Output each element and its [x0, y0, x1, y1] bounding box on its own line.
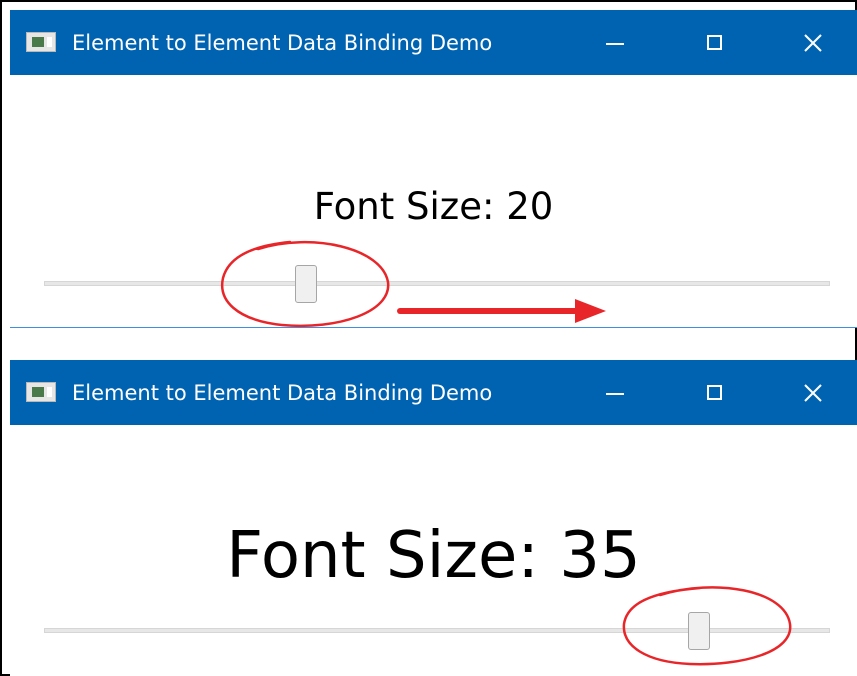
font-size-label: Font Size: 20	[313, 185, 554, 228]
minimize-icon	[606, 43, 624, 45]
maximize-icon	[707, 35, 722, 50]
font-size-slider[interactable]	[44, 612, 830, 652]
window-title: Element to Element Data Binding Demo	[72, 381, 493, 405]
slider-track[interactable]	[44, 281, 830, 286]
app-window-icon	[26, 32, 56, 52]
slider-thumb[interactable]	[688, 612, 710, 650]
close-icon	[804, 384, 822, 402]
title-bar: Element to Element Data Binding Demo	[10, 360, 857, 425]
maximize-button[interactable]	[685, 370, 745, 416]
close-icon	[804, 34, 822, 52]
slider-track[interactable]	[44, 628, 830, 633]
app-window-icon	[26, 382, 56, 402]
app-window-after: Element to Element Data Binding Demo Fon…	[10, 360, 857, 676]
close-button[interactable]	[783, 20, 843, 66]
maximize-icon	[707, 385, 722, 400]
font-size-slider[interactable]	[44, 265, 830, 305]
minimize-icon	[606, 393, 624, 395]
window-title: Element to Element Data Binding Demo	[72, 31, 493, 55]
title-bar: Element to Element Data Binding Demo	[10, 10, 857, 75]
close-button[interactable]	[783, 370, 843, 416]
minimize-button[interactable]	[585, 20, 645, 66]
font-size-label: Font Size: 35	[226, 519, 641, 593]
slider-thumb[interactable]	[295, 265, 317, 303]
maximize-button[interactable]	[685, 20, 745, 66]
minimize-button[interactable]	[585, 370, 645, 416]
app-window-before: Element to Element Data Binding Demo Fon…	[10, 10, 857, 328]
